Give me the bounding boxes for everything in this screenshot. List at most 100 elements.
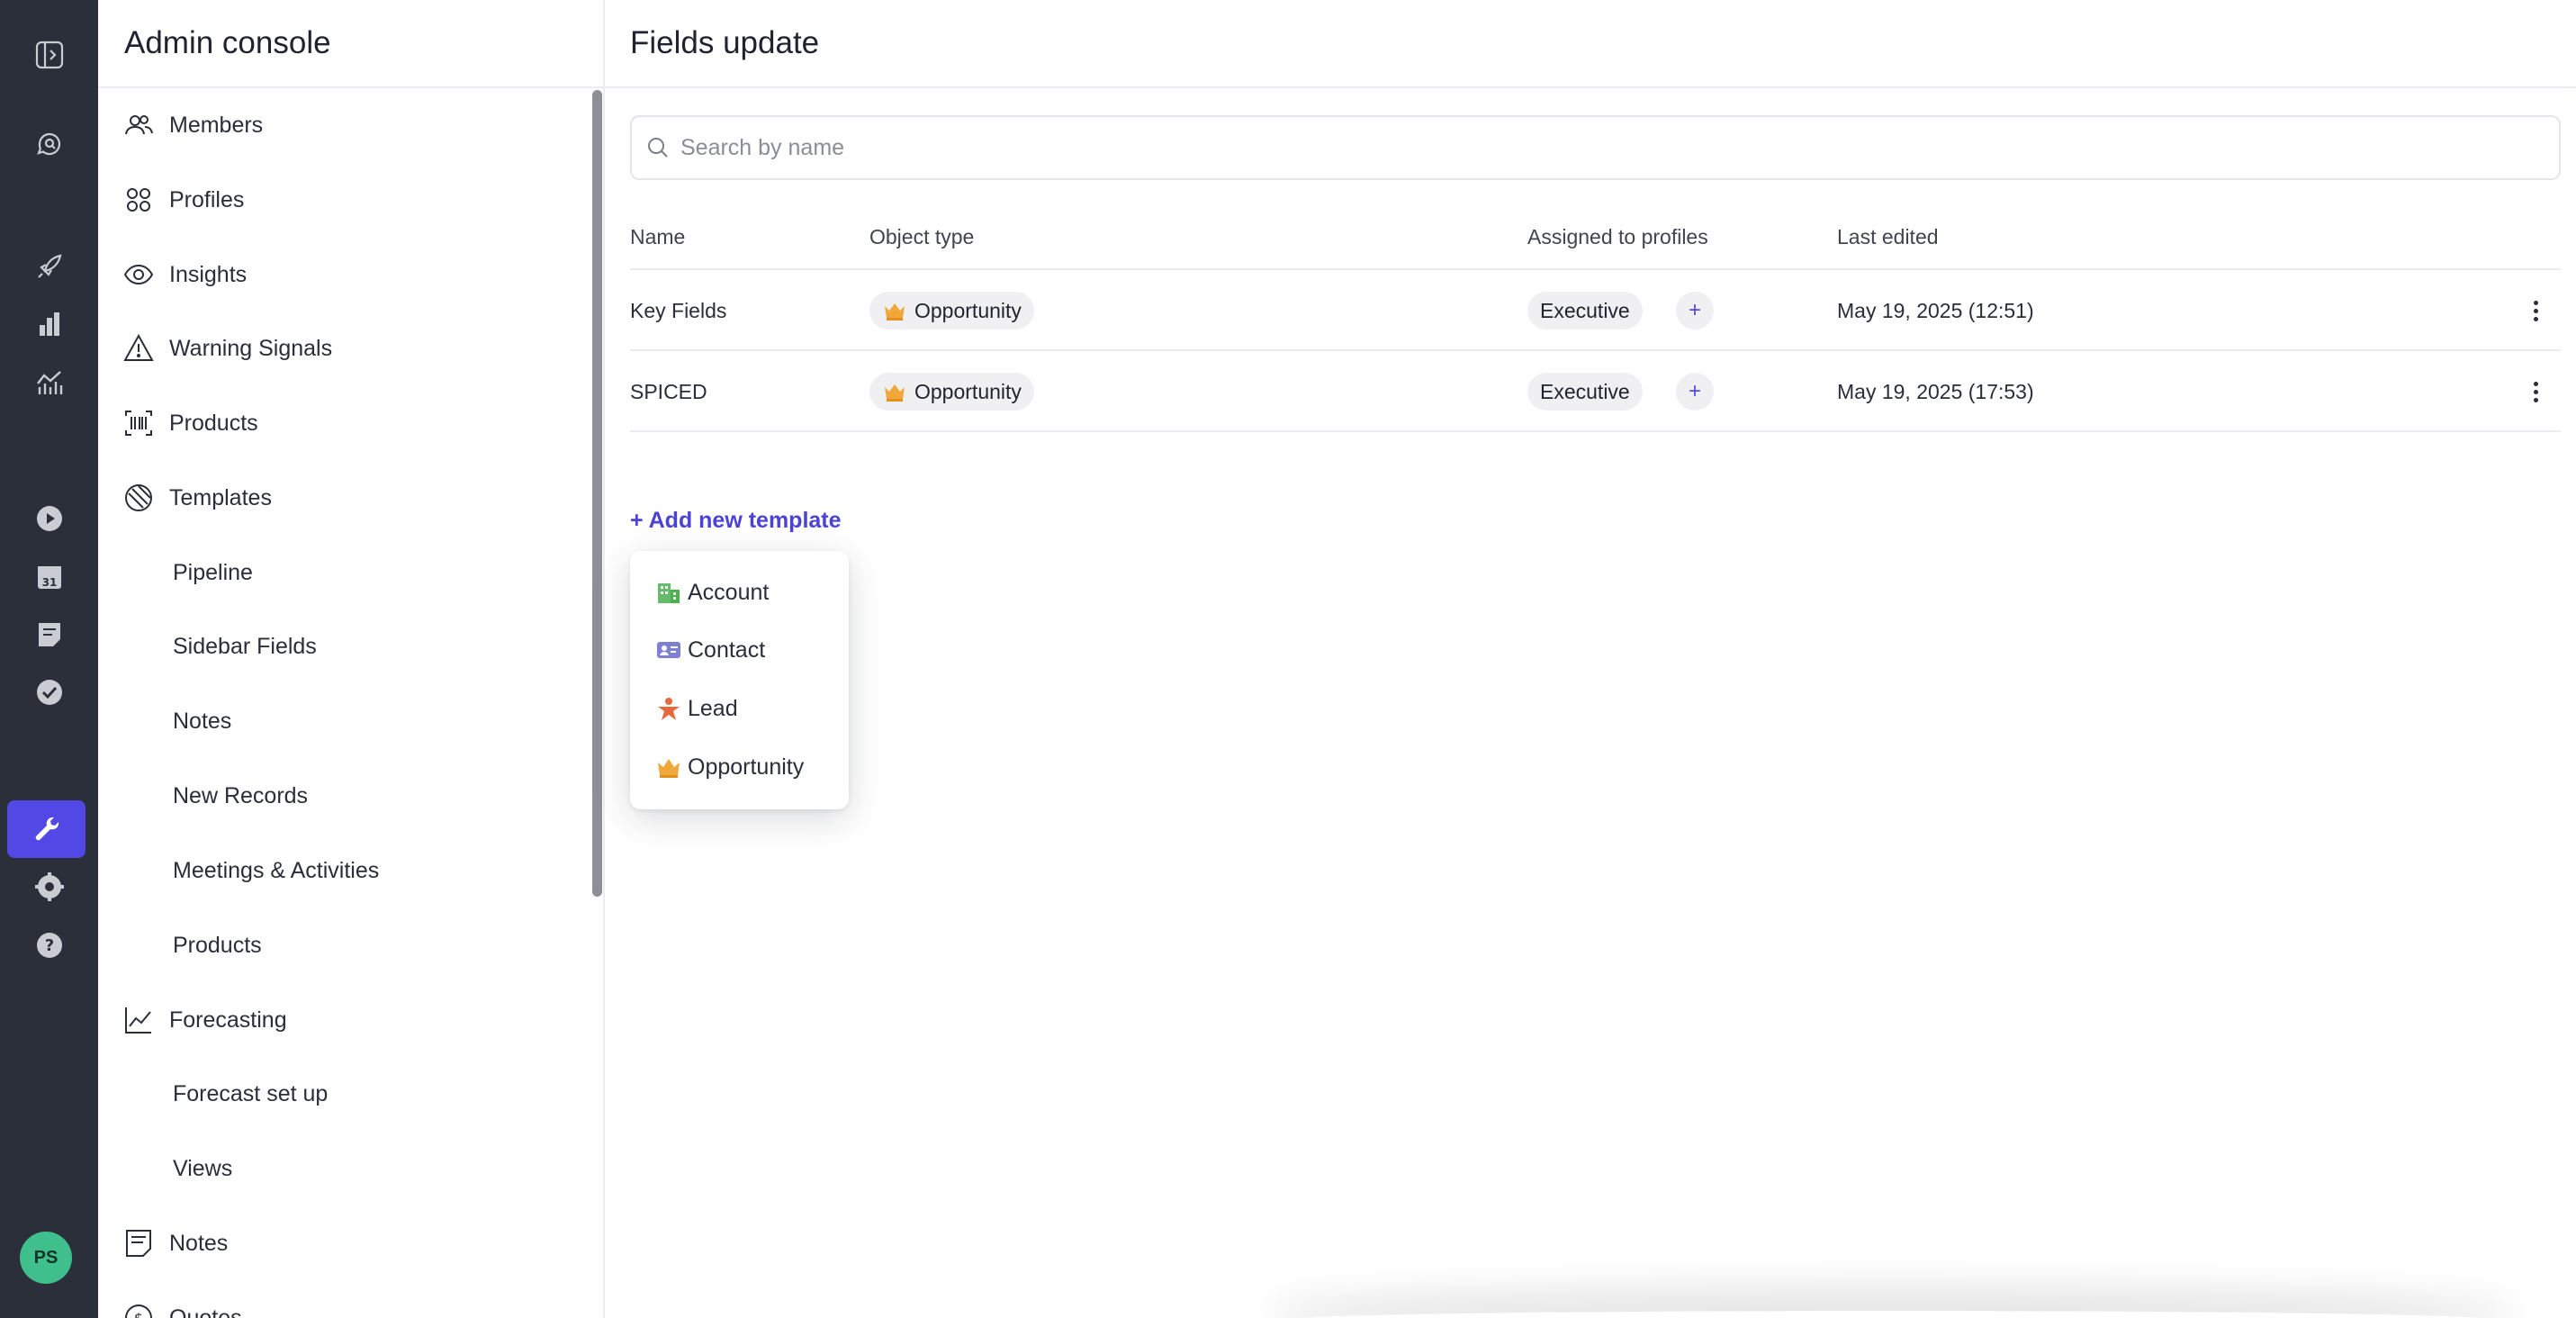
sidebar-item-notes-section[interactable]: Notes (98, 1216, 584, 1270)
object-type-chip: Opportunity (869, 292, 1034, 330)
search-input[interactable] (680, 130, 2535, 166)
dropdown-item-lead[interactable]: Lead (630, 683, 849, 734)
main-content: Fields update Name Object type Assigned … (605, 0, 2576, 1318)
column-header-object-type[interactable]: Object type (869, 225, 974, 249)
sidebar-item-sidebar-fields[interactable]: Sidebar Fields (98, 619, 584, 673)
dropdown-item-label: Account (688, 579, 770, 605)
add-profile-button[interactable]: + (1676, 373, 1714, 411)
sidebar-item-label: Products (173, 932, 262, 958)
crown-icon (885, 303, 905, 320)
sidebar-scrollbar[interactable] (592, 90, 602, 897)
profile-chip[interactable]: Executive (1527, 292, 1643, 330)
account-building-icon (658, 583, 680, 603)
column-header-last-edited[interactable]: Last edited (1837, 225, 1939, 249)
sidebar-item-products[interactable]: Products (98, 396, 584, 450)
object-type-chip: Opportunity (869, 373, 1034, 411)
sidebar-item-template-products[interactable]: Products (98, 918, 584, 972)
play-icon[interactable] (0, 503, 98, 534)
wrench-icon (35, 817, 59, 841)
eye-icon (123, 259, 154, 290)
notes-icon[interactable] (0, 619, 98, 650)
row-menu-icon[interactable] (2526, 295, 2544, 326)
main-header: Fields update (605, 0, 2576, 88)
dropdown-item-account[interactable]: Account (630, 567, 849, 618)
profiles-icon (123, 185, 154, 215)
add-profile-button[interactable]: + (1676, 292, 1714, 330)
calendar-icon[interactable]: 31 (0, 562, 98, 592)
sidebar-item-label: Insights (169, 261, 248, 287)
warning-icon (123, 333, 154, 364)
dropdown-item-label: Opportunity (688, 754, 805, 780)
dropdown-item-contact[interactable]: Contact (630, 625, 849, 675)
sidebar-item-label: Members (169, 112, 264, 138)
notes-doc-icon (123, 1228, 154, 1259)
sidebar-item-label: Meetings & Activities (173, 857, 380, 883)
bar-chart-icon[interactable] (0, 309, 98, 339)
sidebar-item-templates[interactable]: Templates (98, 471, 584, 525)
line-chart-icon[interactable] (0, 367, 98, 398)
object-type-label: Opportunity (914, 298, 1022, 322)
sidebar-item-forecast-setup[interactable]: Forecast set up (98, 1067, 584, 1121)
members-icon (123, 110, 154, 140)
rocket-icon[interactable] (0, 251, 98, 282)
sidebar-item-label: Quotes (169, 1304, 242, 1318)
sidebar-item-meetings-activities[interactable]: Meetings & Activities (98, 844, 584, 898)
last-edited: May 19, 2025 (17:53) (1837, 380, 2034, 403)
profile-chip[interactable]: Executive (1527, 373, 1643, 411)
sidebar-item-label: Forecasting (169, 1007, 287, 1033)
sidebar-item-quotes[interactable]: $ Quotes (98, 1291, 584, 1318)
sidebar-item-insights[interactable]: Insights (98, 248, 584, 302)
sidebar-item-views[interactable]: Views (98, 1142, 584, 1196)
profile-label: Executive (1540, 298, 1630, 322)
contact-card-icon (657, 642, 680, 658)
avatar[interactable]: PS (20, 1232, 72, 1284)
sidebar-item-members[interactable]: Members (98, 98, 584, 152)
sidebar-toggle-icon[interactable] (0, 40, 98, 70)
lead-person-icon (658, 698, 680, 720)
quotes-icon: $ (123, 1303, 154, 1318)
page-title: Fields update (630, 25, 820, 60)
forecast-chart-icon (123, 1005, 154, 1035)
svg-text:?: ? (44, 936, 53, 955)
sidebar-item-warning-signals[interactable]: Warning Signals (98, 321, 584, 375)
search-box[interactable] (630, 115, 2561, 180)
gear-icon[interactable] (0, 871, 98, 902)
profile-label: Executive (1540, 379, 1630, 403)
sidebar-item-label: Notes (169, 1230, 229, 1256)
sidebar-item-profiles[interactable]: Profiles (98, 173, 584, 227)
help-icon[interactable]: ? (0, 930, 98, 961)
dropdown-item-label: Contact (688, 636, 766, 663)
column-header-name[interactable]: Name (630, 225, 685, 249)
sidebar-header: Admin console (98, 0, 603, 88)
sidebar-item-label: Forecast set up (173, 1080, 329, 1106)
admin-sidebar: Admin console Members Profiles Insights … (98, 0, 605, 1318)
add-new-template-button[interactable]: + Add new template (630, 508, 842, 534)
search-chat-icon[interactable] (0, 129, 98, 159)
barcode-icon (123, 408, 154, 438)
sidebar-item-label: New Records (173, 782, 309, 808)
sidebar-title: Admin console (124, 25, 331, 60)
sidebar-item-label: Pipeline (173, 559, 253, 585)
sidebar-item-label: Warning Signals (169, 335, 333, 361)
sidebar-item-label: Notes (173, 708, 232, 734)
row-menu-icon[interactable] (2526, 376, 2544, 407)
object-type-label: Opportunity (914, 379, 1022, 403)
object-type-dropdown: Account Contact Lead Opportunity (630, 551, 849, 809)
sidebar-item-label: Templates (169, 484, 272, 510)
column-header-assigned-profiles[interactable]: Assigned to profiles (1527, 225, 1708, 249)
admin-wrench-button[interactable] (7, 800, 86, 858)
app-rail: 31 ? PS (0, 0, 98, 1318)
sidebar-item-label: Products (169, 410, 258, 436)
sidebar-item-new-records[interactable]: New Records (98, 769, 584, 823)
check-circle-icon[interactable] (0, 677, 98, 708)
floating-panel-shadow (1289, 1311, 2495, 1318)
svg-text:$: $ (134, 1310, 143, 1318)
last-edited: May 19, 2025 (12:51) (1837, 299, 2034, 322)
sidebar-item-forecasting[interactable]: Forecasting (98, 993, 584, 1047)
sidebar-item-notes[interactable]: Notes (98, 694, 584, 748)
template-name: SPICED (630, 380, 707, 403)
dropdown-item-opportunity[interactable]: Opportunity (630, 742, 849, 792)
sidebar-item-pipeline[interactable]: Pipeline (98, 546, 584, 600)
table-row[interactable]: SPICED Opportunity Executive + May 19, 2… (630, 351, 2561, 432)
table-row[interactable]: Key Fields Opportunity Executive + May 1… (630, 270, 2561, 351)
